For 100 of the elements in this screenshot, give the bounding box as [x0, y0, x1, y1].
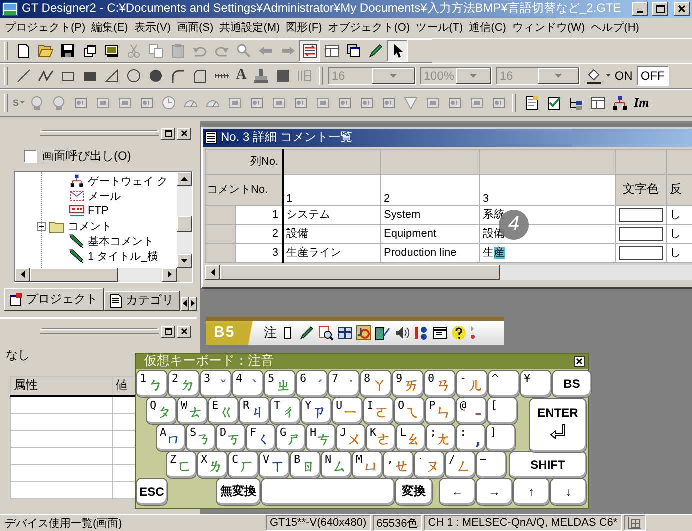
keyboard-key[interactable]: −: [477, 452, 506, 478]
call-screen-checkbox[interactable]: 画面呼び出し(O): [24, 148, 197, 165]
close-button[interactable]: [574, 356, 585, 367]
clipboard-icon[interactable]: [170, 42, 186, 59]
book-pen-icon[interactable]: [375, 324, 392, 341]
keyboard-key[interactable]: [262, 478, 394, 505]
keyboard-key[interactable]: 変換: [396, 478, 432, 505]
tree-item[interactable]: ゲートウェイ ク: [88, 174, 168, 189]
color-swatch[interactable]: [619, 226, 663, 241]
text-tool[interactable]: A: [233, 67, 250, 84]
keyboard-key[interactable]: 無変換: [217, 478, 260, 505]
menu-item[interactable]: プロジェクト(P): [2, 20, 89, 36]
keyboard-key[interactable]: ESC: [137, 478, 167, 505]
keyboard-key[interactable]: ･ㄡ: [415, 452, 444, 478]
stacked-windows-icon[interactable]: [346, 42, 362, 59]
filled-circle-icon[interactable]: [148, 68, 164, 84]
scroll-thumb[interactable]: [177, 216, 192, 232]
color-swatch[interactable]: [619, 246, 663, 260]
monitor-icon[interactable]: [104, 42, 120, 59]
keyboard-key[interactable]: ^: [489, 370, 519, 397]
scroll-thumb[interactable]: [30, 268, 118, 282]
keyboard-key[interactable]: - ㄦ: [457, 370, 487, 397]
collapse-icon[interactable]: [37, 222, 46, 231]
keyboard-key[interactable]: SHIFT: [510, 452, 586, 478]
stamp-icon[interactable]: [253, 68, 270, 84]
menu-item[interactable]: 画面(S): [174, 20, 217, 36]
keyboard-key[interactable]: [: [488, 398, 517, 424]
float-button[interactable]: [161, 326, 175, 338]
menu-item[interactable]: 編集(E): [88, 20, 132, 36]
sector-icon[interactable]: [192, 68, 208, 84]
zigzag-line-icon[interactable]: [38, 68, 54, 84]
vertical-scrollbar[interactable]: [177, 172, 192, 268]
filled-square-icon[interactable]: [275, 68, 292, 84]
window-list-icon[interactable]: [432, 324, 448, 341]
pencil-icon[interactable]: [368, 42, 384, 59]
panel-tab[interactable]: プロジェクト: [4, 288, 104, 311]
keyboard-key[interactable]: ,ㄝ: [384, 452, 413, 478]
keyboard-key[interactable]: ↑: [514, 478, 549, 505]
keyboard-key[interactable]: : ,: [457, 424, 485, 451]
new-file-icon[interactable]: [16, 42, 32, 59]
menu-item[interactable]: ツール(T): [413, 20, 466, 36]
keyboard-key[interactable]: @ –: [457, 398, 486, 424]
keyboard-key[interactable]: ↓: [551, 478, 586, 505]
tree-item[interactable]: 基本コメント: [88, 234, 154, 249]
keyboard-key[interactable]: ]: [487, 424, 515, 451]
keyboard-key[interactable]: BS: [553, 370, 591, 397]
maximize-button[interactable]: [652, 2, 668, 16]
minimize-button[interactable]: [632, 2, 648, 16]
panel-icon[interactable]: [324, 42, 340, 59]
line-icon[interactable]: [16, 68, 32, 84]
table-grid-icon[interactable]: [337, 324, 354, 341]
im-tool[interactable]: Im: [631, 94, 652, 111]
menu-item[interactable]: ウィンドウ(W): [509, 20, 588, 36]
keyboard-key[interactable]: →: [477, 478, 512, 505]
circle-icon[interactable]: [126, 68, 142, 84]
keyboard-key[interactable]: ←: [440, 478, 475, 505]
menu-item[interactable]: 共通設定(M): [216, 20, 284, 36]
keyboard-key[interactable]: 6 ˊ: [297, 370, 327, 397]
tree-item[interactable]: メール: [88, 188, 121, 204]
menu-item[interactable]: オブジェクト(O): [325, 20, 414, 36]
tree-item[interactable]: FTP: [88, 205, 109, 218]
input-method-label[interactable]: 注: [264, 324, 278, 342]
menu-item[interactable]: 通信(C): [466, 20, 510, 36]
keyboard-key[interactable]: ¥: [521, 370, 551, 397]
check-sheet-icon[interactable]: [546, 94, 562, 111]
keyboard-key[interactable]: ENTER: [530, 398, 586, 452]
help-icon[interactable]: [451, 324, 468, 341]
tree-item[interactable]: 1 タイトル_横: [88, 248, 158, 264]
open-folder-icon[interactable]: [38, 42, 54, 59]
keyboard-key[interactable]: /ㄥ: [446, 452, 475, 478]
toggle-button[interactable]: OFF: [636, 66, 669, 86]
document-icon[interactable]: [524, 94, 540, 111]
paint-bucket-icon[interactable]: [586, 68, 602, 84]
color-swatch[interactable]: [619, 208, 663, 222]
panel-tab[interactable]: カテゴリ: [104, 290, 180, 311]
float-button[interactable]: [161, 128, 175, 140]
triangle-icon[interactable]: [104, 68, 120, 84]
menu-arrow-icon[interactable]: [470, 325, 476, 340]
panel-icon[interactable]: [590, 94, 606, 111]
horizontal-scrollbar[interactable]: [205, 264, 692, 280]
keyboard-key[interactable]: 4 ˋ: [233, 370, 263, 397]
tab-scroll-right-button[interactable]: [189, 296, 197, 311]
speaker-icon[interactable]: [394, 324, 410, 341]
arc-icon[interactable]: [170, 68, 186, 84]
dropdown-arrow-icon: [606, 74, 611, 78]
horizontal-scrollbar[interactable]: [15, 268, 177, 282]
tab-scroll-left-button[interactable]: [181, 296, 189, 311]
pen-icon[interactable]: [299, 324, 316, 341]
magnifier-icon[interactable]: [318, 324, 334, 341]
toggle-button[interactable]: ON: [612, 66, 636, 85]
menu-item[interactable]: ヘルプ(H): [588, 20, 642, 36]
keyboard-key[interactable]: 3 ˇ: [201, 370, 231, 397]
menu-item[interactable]: 図形(F): [283, 20, 326, 36]
windows-icon[interactable]: [82, 42, 98, 59]
menu-item[interactable]: 表示(V): [131, 20, 174, 36]
keyboard-key[interactable]: 7 ˙: [329, 370, 359, 397]
tree-item[interactable]: コメント: [68, 218, 112, 234]
network-icon[interactable]: [612, 94, 628, 111]
keyboard-key[interactable]: ;ㄤ: [427, 424, 455, 451]
copy-icon[interactable]: [148, 42, 164, 59]
